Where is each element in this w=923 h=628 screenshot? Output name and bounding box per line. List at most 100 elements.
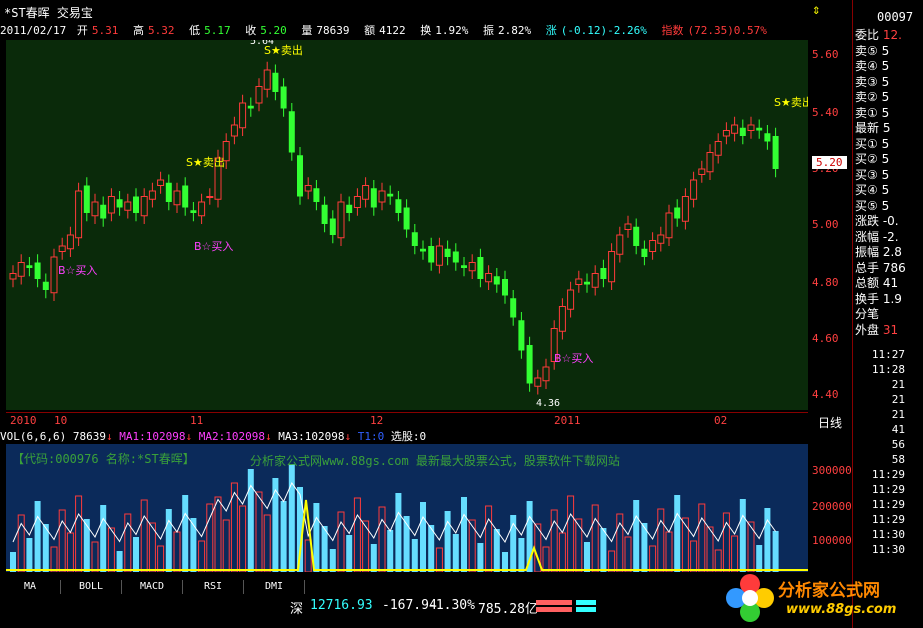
buy-signal-label: B☆买入 [58, 264, 97, 277]
period-label[interactable]: 日线 [818, 414, 842, 431]
volume-bar [485, 505, 493, 572]
volume-bar [378, 506, 386, 572]
volume-bar [329, 549, 336, 572]
candle-body [304, 185, 312, 192]
candle-body [50, 256, 58, 294]
price-tick: 5.60 [812, 48, 839, 61]
volume-bar [542, 546, 550, 572]
candle-body [148, 190, 156, 200]
date-axis: 2010 10 11 12 2011 02 [6, 412, 808, 429]
candle-body [190, 210, 197, 213]
candle-body [140, 196, 148, 217]
tick-time: 21 [891, 378, 905, 391]
candle-body [346, 204, 353, 213]
candle-body [468, 262, 476, 272]
candle-body [370, 188, 377, 208]
candle-body [485, 273, 493, 283]
candle-body [534, 377, 542, 387]
volume-bar [584, 542, 590, 572]
candle-body [558, 306, 566, 332]
volume-bar [116, 551, 123, 572]
candle-body [526, 345, 533, 384]
volume-bar [288, 464, 295, 572]
candle-body [722, 130, 730, 137]
quote-row: 买⑤ 5 [855, 198, 890, 213]
volume-bar [681, 517, 689, 572]
volume-bar [247, 469, 254, 572]
sell-signal-label: S★卖出 [186, 155, 225, 169]
volume-bar [75, 495, 83, 572]
candle-body [91, 201, 99, 217]
volume-bar [591, 504, 599, 572]
up-arrow-icon[interactable]: ⇕ [812, 2, 820, 18]
tab-macd[interactable]: MACD [122, 580, 183, 594]
tick-time: 11:29 [871, 483, 905, 496]
watermark-site: 分析家公式网www.88gs.com 最新最大股票公式，股票软件下载网站 [250, 454, 620, 468]
candle-body [698, 168, 706, 175]
date-tick: 2010 [10, 414, 37, 427]
price-tick: 4.80 [812, 276, 839, 289]
candle-body [157, 179, 165, 186]
candle-body [731, 124, 739, 134]
volume-tick: 100000 [812, 534, 852, 547]
volume-bar [100, 505, 107, 572]
candlestick-chart[interactable]: S★卖出 S★卖出 S★卖出 B☆买入 B☆买入 B☆买入 5.64 4.36 [6, 40, 808, 410]
volume-bar [140, 499, 148, 572]
volume-bar [575, 518, 583, 572]
volume-bar [731, 535, 739, 572]
candle-body [124, 201, 132, 211]
candle-body [230, 124, 238, 137]
candle-body [34, 262, 41, 279]
tick-time: 21 [891, 408, 905, 421]
quote-row: 买② 5 [855, 152, 890, 166]
volume-bar [107, 527, 115, 572]
tab-rsi[interactable]: RSI [183, 580, 244, 594]
volume-bar [214, 496, 222, 572]
volume-bar [222, 519, 230, 572]
candle-body [624, 223, 632, 230]
candle-body [518, 320, 525, 351]
volume-bar [50, 546, 58, 572]
flower-logo-icon [726, 574, 774, 622]
volume-bar [26, 538, 33, 572]
candle-body [714, 141, 722, 156]
candle-body [321, 204, 328, 224]
candle-body [681, 196, 689, 222]
price-axis: 5.605.405.205.004.804.604.405.20 [808, 40, 852, 410]
logo-title: 分析家公式网 [778, 581, 880, 601]
volume-bar [764, 508, 771, 572]
volume-bar [690, 540, 698, 572]
index-amount: 785.28亿 [478, 602, 538, 617]
quote-row: 委比 12. [855, 28, 902, 42]
candle-body [493, 276, 500, 285]
volume-bar [518, 538, 525, 572]
quote-row: 总手 786 [855, 260, 906, 275]
tab-boll[interactable]: BOLL [61, 580, 122, 594]
tick-time: 11:30 [871, 528, 905, 541]
tab-dmi[interactable]: DMI [244, 580, 305, 594]
candlestick-svg: S★卖出S★卖出S★卖出B☆买入B☆买入B☆买入5.644.36 [9, 40, 808, 409]
volume-bar [239, 505, 247, 572]
volume-bar [173, 531, 181, 572]
volume-bar [649, 545, 657, 572]
volume-bar [739, 499, 746, 572]
candle-body [280, 86, 287, 109]
volume-bar [83, 519, 90, 572]
candle-body [502, 279, 508, 296]
tick-time: 11:28 [871, 363, 905, 376]
quote-row: 买④ 5 [855, 183, 890, 197]
volume-bar [665, 531, 673, 572]
candle-body [649, 240, 657, 252]
tick-time: 58 [891, 453, 905, 466]
candle-body [17, 262, 25, 277]
volume-bar [444, 511, 451, 572]
volume-chart[interactable]: 【代码:000976 名称:*ST春晖】 分析家公式网www.88gs.com … [6, 444, 808, 572]
volume-bar [772, 531, 779, 572]
candle-body [428, 246, 435, 263]
candle-body [206, 196, 214, 198]
date-tick: 11 [190, 414, 204, 427]
tab-ma[interactable]: MA [0, 580, 61, 594]
volume-bar [313, 503, 320, 572]
volume-bar [435, 547, 443, 572]
volume-bar [468, 519, 476, 572]
